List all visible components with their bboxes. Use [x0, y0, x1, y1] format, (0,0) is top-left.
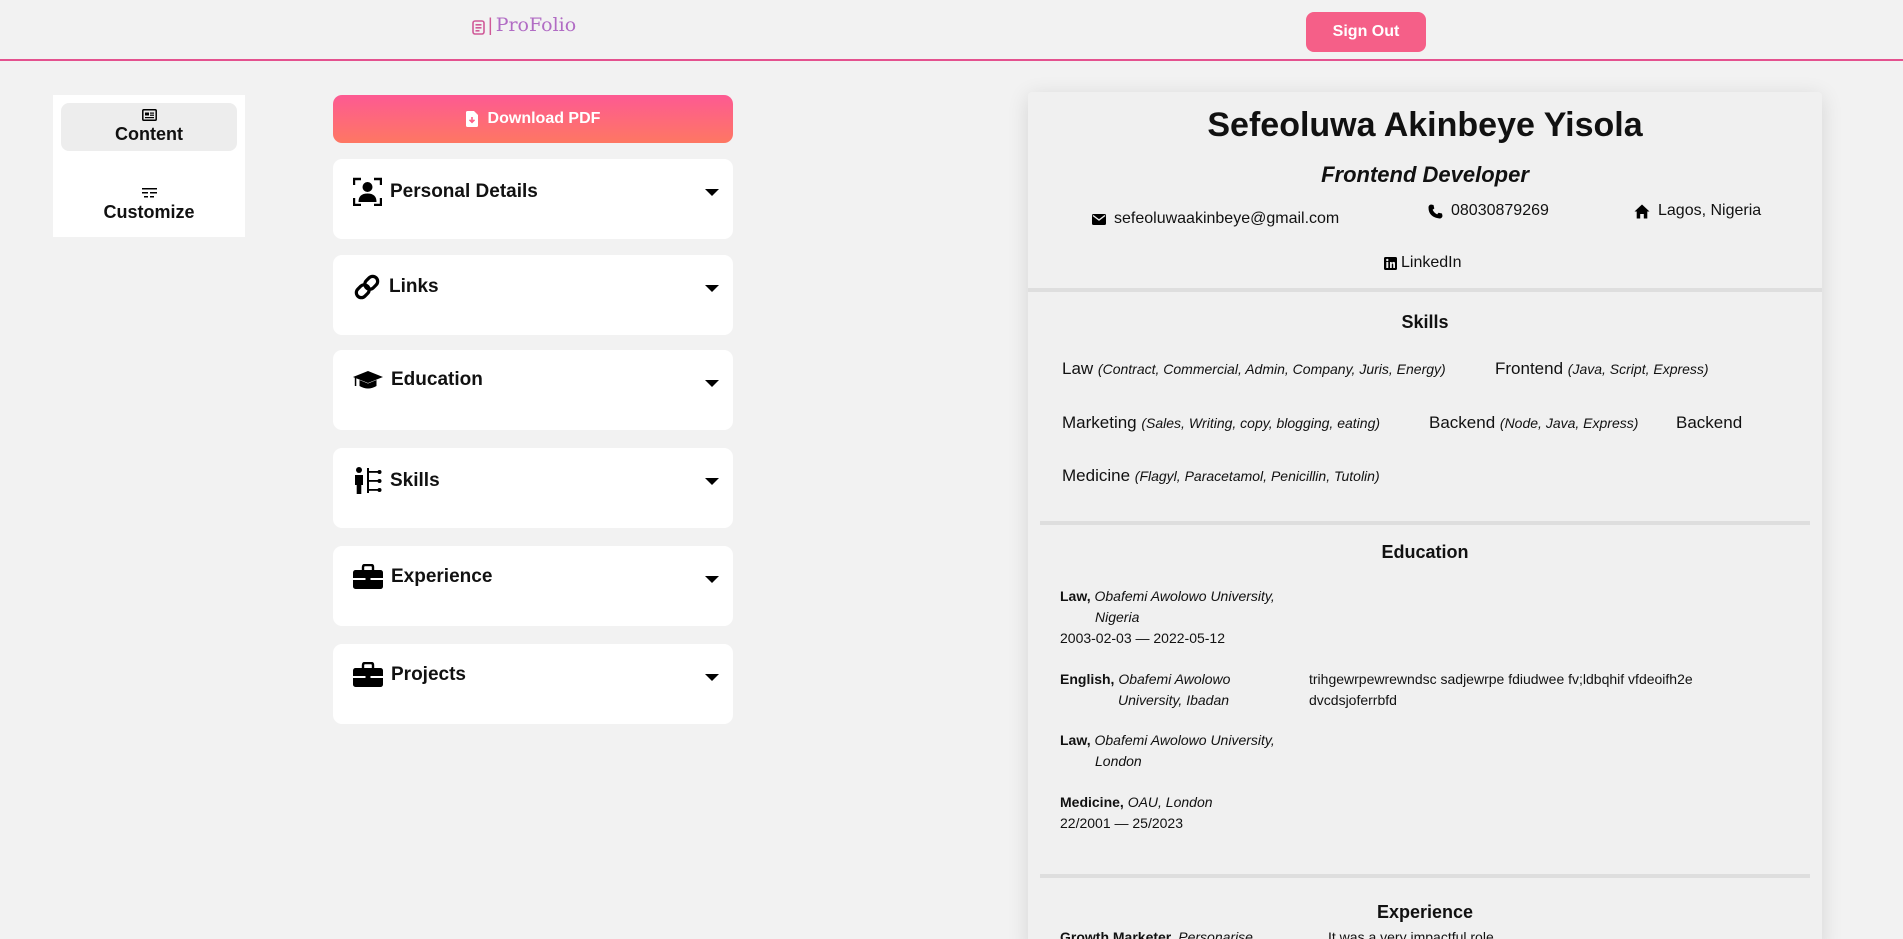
education-heading: Education	[1381, 542, 1469, 562]
divider	[1040, 521, 1810, 525]
chevron-down-icon[interactable]	[705, 674, 719, 681]
section-label: Links	[389, 276, 439, 297]
divider	[1028, 288, 1822, 292]
customize-icon	[141, 188, 157, 198]
skill-item: Medicine (Flagyl, Paracetamol, Penicilli…	[1062, 466, 1380, 485]
contact-linkedin[interactable]: LinkedIn	[1384, 254, 1462, 272]
section-projects[interactable]: Projects	[333, 644, 733, 724]
education-entry: Law, Obafemi Awolowo University, Nigeria…	[1060, 588, 1275, 646]
section-links[interactable]: Links	[333, 255, 733, 335]
phone-icon	[1428, 204, 1443, 218]
download-pdf-button[interactable]: Download PDF	[333, 95, 733, 143]
logo-text: ProFolio	[495, 14, 577, 36]
contact-email-text: sefeoluwaakinbeye@gmail.com	[1114, 210, 1340, 227]
chevron-down-icon[interactable]	[705, 285, 719, 292]
chevron-down-icon[interactable]	[705, 478, 719, 485]
graduation-cap-icon	[353, 371, 383, 389]
briefcase-icon	[353, 564, 383, 589]
section-label: Personal Details	[390, 180, 538, 202]
skills-heading: Skills	[1401, 312, 1449, 332]
education-entry: Law, Obafemi Awolowo University, London	[1060, 732, 1275, 769]
top-bar: | ProFolio Sign Out	[0, 0, 1903, 61]
mail-icon	[1092, 213, 1106, 225]
divider	[1040, 874, 1810, 878]
contact-location-text: Lagos, Nigeria	[1658, 202, 1762, 219]
section-label: Education	[391, 369, 483, 390]
section-education[interactable]: Education	[333, 350, 733, 430]
education-entry: Medicine, OAU, London 22/2001 — 25/2023	[1060, 794, 1213, 831]
briefcase-icon	[353, 662, 383, 687]
download-pdf-label: Download PDF	[487, 110, 601, 127]
section-experience[interactable]: Experience	[333, 546, 733, 626]
logo[interactable]: | ProFolio	[472, 14, 576, 36]
section-skills[interactable]: Skills	[333, 448, 733, 528]
file-download-icon	[465, 111, 478, 127]
contact-phone-text: 08030879269	[1451, 202, 1549, 219]
experience-entry: Growth Marketer, Personarise	[1060, 929, 1253, 939]
contact-email: sefeoluwaakinbeye@gmail.com	[1092, 210, 1339, 228]
sign-out-button[interactable]: Sign Out	[1306, 12, 1426, 52]
section-personal-details[interactable]: Personal Details	[333, 159, 733, 239]
logo-icon	[472, 18, 485, 35]
home-icon	[1634, 204, 1650, 218]
resume-name: Sefeoluwa Akinbeye Yisola	[1207, 106, 1643, 144]
section-label: Experience	[391, 566, 493, 587]
education-entry: English, Obafemi Awolowo University, Iba…	[1060, 671, 1231, 708]
tab-content-label: Content	[115, 124, 183, 144]
chevron-down-icon[interactable]	[705, 576, 719, 583]
resume-preview: Sefeoluwa Akinbeye Yisola Frontend Devel…	[1028, 92, 1822, 939]
contact-linkedin-text[interactable]: LinkedIn	[1401, 254, 1462, 272]
side-tabs: Content Customize	[53, 95, 245, 237]
contact-phone: 08030879269	[1428, 202, 1549, 220]
skills-icon	[355, 467, 382, 494]
person-icon	[353, 177, 382, 206]
skill-item: Law (Contract, Commercial, Admin, Compan…	[1062, 359, 1446, 378]
resume-role: Frontend Developer	[1321, 162, 1529, 187]
experience-description: It was a very impactful role	[1328, 929, 1494, 939]
chevron-down-icon[interactable]	[705, 189, 719, 196]
tab-customize[interactable]: Customize	[61, 181, 237, 229]
contact-location: Lagos, Nigeria	[1634, 202, 1761, 220]
content-icon	[141, 109, 157, 121]
skill-item: Marketing (Sales, Writing, copy, bloggin…	[1062, 413, 1381, 432]
chevron-down-icon[interactable]	[705, 380, 719, 387]
link-icon	[354, 274, 380, 300]
section-label: Skills	[390, 469, 440, 491]
logo-separator: |	[488, 14, 493, 35]
section-label: Projects	[391, 664, 466, 685]
tab-customize-label: Customize	[103, 202, 195, 222]
skill-item: Backend (Node, Java, Express)	[1429, 413, 1639, 432]
education-description: trihgewrpewrewndsc sadjewrpe fdiudwee fv…	[1309, 671, 1693, 708]
skill-item: Backend	[1676, 413, 1743, 432]
linkedin-icon	[1384, 256, 1397, 270]
experience-heading: Experience	[1376, 902, 1474, 922]
skill-item: Frontend (Java, Script, Express)	[1495, 359, 1709, 378]
tab-content[interactable]: Content	[61, 103, 237, 151]
